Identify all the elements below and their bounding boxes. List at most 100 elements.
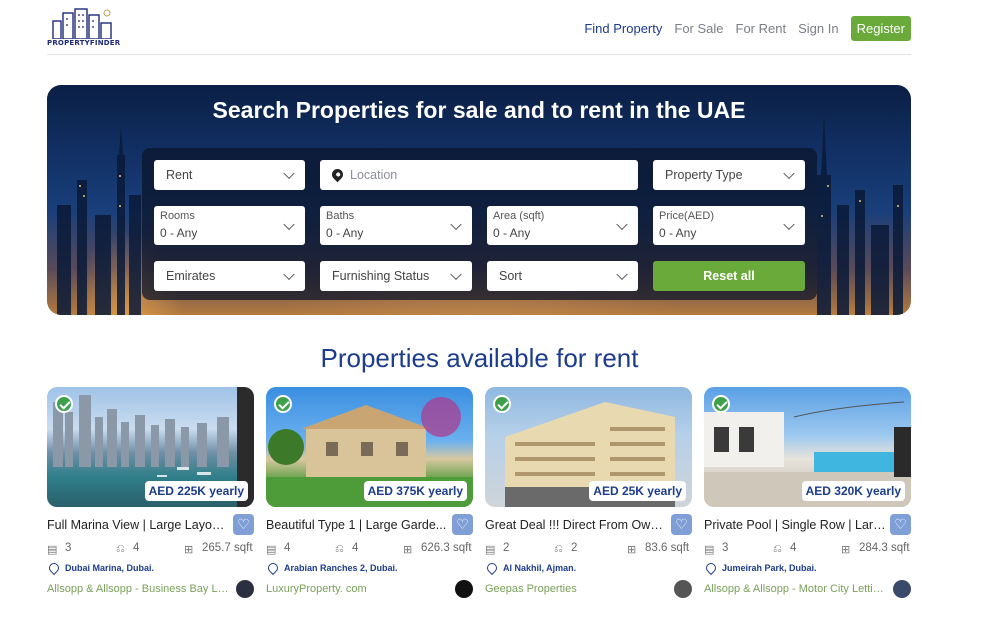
area-label: Area (sqft) bbox=[493, 210, 545, 222]
chevron-down-icon bbox=[450, 268, 462, 281]
favorite-heart-icon[interactable] bbox=[452, 514, 473, 535]
chevron-down-icon bbox=[783, 218, 795, 230]
area-grid-icon: ⊞ bbox=[841, 544, 851, 556]
beds-count: 2 bbox=[503, 542, 510, 554]
search-panel: Rent Location Property Type Rooms 0 - An… bbox=[142, 148, 817, 300]
baths-label: Baths bbox=[326, 210, 355, 222]
property-title[interactable]: Beautiful Type 1 | Large Garde... bbox=[266, 518, 448, 532]
area-value: 265.7 sqft bbox=[202, 542, 253, 554]
price-tag: AED 225K yearly bbox=[144, 481, 248, 501]
register-button[interactable]: Register bbox=[850, 16, 911, 41]
bed-icon: ▤ bbox=[266, 544, 277, 556]
bed-icon: ▤ bbox=[47, 544, 58, 556]
verified-badge-icon bbox=[712, 395, 730, 413]
rooms-label: Rooms bbox=[160, 210, 195, 222]
property-title[interactable]: Full Marina View | Large Layout... bbox=[47, 518, 229, 532]
favorite-heart-icon[interactable] bbox=[890, 514, 911, 535]
furnishing-value: Furnishing Status bbox=[332, 269, 430, 283]
bed-icon: ▤ bbox=[485, 544, 496, 556]
baths-count: 4 bbox=[352, 542, 359, 554]
emirates-select[interactable]: Emirates bbox=[154, 261, 305, 291]
bath-icon: ⎌ bbox=[116, 543, 125, 555]
bath-icon: ⎌ bbox=[335, 543, 344, 555]
chevron-down-icon bbox=[283, 167, 295, 180]
agency-logo[interactable] bbox=[236, 580, 254, 598]
location-pin-icon bbox=[329, 166, 346, 183]
agency-logo[interactable] bbox=[455, 580, 473, 598]
favorite-heart-icon[interactable] bbox=[233, 514, 254, 535]
agency-logo[interactable] bbox=[674, 580, 692, 598]
location-pin-icon bbox=[265, 560, 281, 576]
agency-logo[interactable] bbox=[893, 580, 911, 598]
property-location: Al Nakhil, Ajman. bbox=[503, 563, 577, 573]
chevron-down-icon bbox=[616, 268, 628, 281]
chevron-down-icon bbox=[783, 167, 795, 180]
area-grid-icon: ⊞ bbox=[403, 544, 413, 556]
baths-value: 0 - Any bbox=[326, 226, 364, 240]
area-value: 626.3 sqft bbox=[421, 542, 472, 554]
property-card[interactable]: AED 375K yearly Beautiful Type 1 | Large… bbox=[265, 387, 473, 607]
price-value: 0 - Any bbox=[659, 226, 697, 240]
property-type-value: Property Type bbox=[665, 168, 743, 182]
area-value: 0 - Any bbox=[493, 226, 531, 240]
area-select[interactable]: Area (sqft) 0 - Any bbox=[487, 206, 638, 245]
nav-sign-in[interactable]: Sign In bbox=[798, 21, 838, 36]
location-pin-icon bbox=[703, 560, 719, 576]
area-value: 83.6 sqft bbox=[645, 542, 690, 554]
price-select[interactable]: Price(AED) 0 - Any bbox=[653, 206, 805, 245]
property-photo[interactable]: AED 320K yearly bbox=[704, 387, 911, 507]
location-pin-icon bbox=[46, 560, 62, 576]
hero-banner: Search Properties for sale and to rent i… bbox=[47, 85, 911, 315]
agency-name[interactable]: LuxuryProperty. com bbox=[266, 583, 450, 595]
nav-for-sale[interactable]: For Sale bbox=[674, 21, 723, 36]
property-specs: ▤ 4 ⎌ 4 ⊞ 626.3 sqft bbox=[266, 542, 473, 556]
agency-name[interactable]: Allsopp & Allsopp - Business Bay Let... bbox=[47, 583, 231, 595]
sort-value: Sort bbox=[499, 269, 522, 283]
area-grid-icon: ⊞ bbox=[627, 544, 637, 556]
nav-for-rent[interactable]: For Rent bbox=[736, 21, 787, 36]
chevron-down-icon bbox=[616, 218, 628, 230]
property-card[interactable]: AED 320K yearly Private Pool | Single Ro… bbox=[703, 387, 911, 607]
agency-name[interactable]: Geepas Properties bbox=[485, 583, 669, 595]
property-card[interactable]: AED 225K yearly Full Marina View | Large… bbox=[46, 387, 254, 607]
chevron-down-icon bbox=[283, 218, 295, 230]
price-tag: AED 25K yearly bbox=[589, 481, 686, 501]
area-value: 284.3 sqft bbox=[859, 542, 910, 554]
property-card[interactable]: AED 25K yearly Great Deal !!! Direct Fro… bbox=[484, 387, 692, 607]
site-logo[interactable]: PROPERTYFINDER bbox=[47, 7, 121, 49]
sort-select[interactable]: Sort bbox=[487, 261, 638, 291]
logo-text: PROPERTYFINDER bbox=[47, 39, 121, 47]
verified-badge-icon bbox=[55, 395, 73, 413]
property-title[interactable]: Private Pool | Single Row | Larg... bbox=[704, 518, 886, 532]
reset-all-button[interactable]: Reset all bbox=[653, 261, 805, 291]
property-photo[interactable]: AED 375K yearly bbox=[266, 387, 473, 507]
site-header: PROPERTYFINDER Find Property For Sale Fo… bbox=[47, 0, 911, 55]
property-location: Dubai Marina, Dubai. bbox=[65, 563, 155, 573]
favorite-heart-icon[interactable] bbox=[671, 514, 692, 535]
bath-icon: ⎌ bbox=[773, 543, 782, 555]
property-title[interactable]: Great Deal !!! Direct From Own... bbox=[485, 518, 667, 532]
section-title: Properties available for rent bbox=[0, 343, 985, 374]
furnishing-select[interactable]: Furnishing Status bbox=[320, 261, 472, 291]
verified-badge-icon bbox=[493, 395, 511, 413]
property-photo[interactable]: AED 225K yearly bbox=[47, 387, 254, 507]
agency-name[interactable]: Allsopp & Allsopp - Motor City Lettin... bbox=[704, 583, 888, 595]
nav-find-property[interactable]: Find Property bbox=[584, 21, 662, 36]
beds-count: 4 bbox=[284, 542, 291, 554]
verified-badge-icon bbox=[274, 395, 292, 413]
purpose-select[interactable]: Rent bbox=[154, 160, 305, 190]
rooms-select[interactable]: Rooms 0 - Any bbox=[154, 206, 305, 245]
property-type-select[interactable]: Property Type bbox=[653, 160, 805, 190]
property-specs: ▤ 2 ⎌ 2 ⊞ 83.6 sqft bbox=[485, 542, 692, 556]
hero-title: Search Properties for sale and to rent i… bbox=[212, 97, 746, 123]
logo-buildings-icon bbox=[52, 8, 112, 40]
area-grid-icon: ⊞ bbox=[184, 544, 194, 556]
property-specs: ▤ 3 ⎌ 4 ⊞ 265.7 sqft bbox=[47, 542, 254, 556]
price-tag: AED 320K yearly bbox=[801, 481, 905, 501]
baths-count: 4 bbox=[790, 542, 797, 554]
location-input[interactable]: Location bbox=[320, 160, 638, 190]
baths-select[interactable]: Baths 0 - Any bbox=[320, 206, 472, 245]
property-photo[interactable]: AED 25K yearly bbox=[485, 387, 692, 507]
beds-count: 3 bbox=[65, 542, 72, 554]
price-tag: AED 375K yearly bbox=[363, 481, 467, 501]
